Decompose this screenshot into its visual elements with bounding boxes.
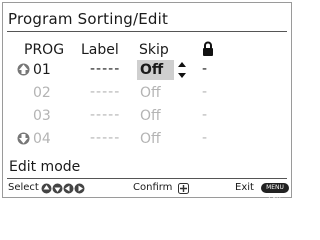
program-label[interactable]: -----: [90, 84, 120, 100]
lock-icon: [203, 41, 213, 56]
confirm-hint: Confirm: [133, 182, 173, 193]
up-down-arrows-icon: [178, 62, 186, 78]
program-number: 04: [33, 131, 51, 147]
mode-label: Edit mode: [9, 159, 81, 175]
program-number: 02: [33, 85, 51, 101]
program-row-03[interactable]: 03 ----- Off -: [3, 106, 291, 128]
button-guide: Select Confirm Exit MENU EXIT: [3, 181, 291, 201]
program-label[interactable]: -----: [90, 61, 120, 77]
title-divider: [7, 31, 287, 32]
lock-value: -: [202, 84, 208, 100]
program-label[interactable]: -----: [90, 130, 120, 146]
program-row-01[interactable]: 01 ----- Off -: [3, 60, 291, 82]
up-arrow-icon: [17, 63, 30, 76]
column-header-label: Label: [81, 42, 119, 58]
lock-value: -: [202, 130, 208, 146]
enter-button-icon: [178, 183, 189, 194]
column-header-prog: PROG: [24, 42, 65, 58]
program-number: 01: [33, 62, 51, 78]
program-label[interactable]: -----: [90, 107, 120, 123]
down-arrow-icon: [17, 132, 30, 145]
lock-value: -: [202, 61, 208, 77]
skip-value[interactable]: Off: [140, 131, 161, 147]
lock-value: -: [202, 107, 208, 123]
skip-value[interactable]: Off: [140, 85, 161, 101]
exit-hint: Exit: [235, 182, 254, 193]
skip-value[interactable]: Off: [140, 108, 161, 124]
program-number: 03: [33, 108, 51, 124]
column-header-skip: Skip: [139, 42, 169, 58]
select-hint: Select: [8, 182, 39, 193]
menu-exit-button-icon: MENU EXIT: [261, 183, 289, 201]
direction-buttons-icon: [41, 183, 85, 194]
program-row-04[interactable]: 04 ----- Off -: [3, 129, 291, 151]
program-row-02[interactable]: 02 ----- Off -: [3, 83, 291, 105]
footer-divider: [7, 178, 287, 179]
skip-value[interactable]: Off: [140, 62, 163, 78]
osd-panel: Program Sorting/Edit PROG Label Skip 01 …: [2, 2, 292, 201]
page-title: Program Sorting/Edit: [8, 10, 169, 28]
